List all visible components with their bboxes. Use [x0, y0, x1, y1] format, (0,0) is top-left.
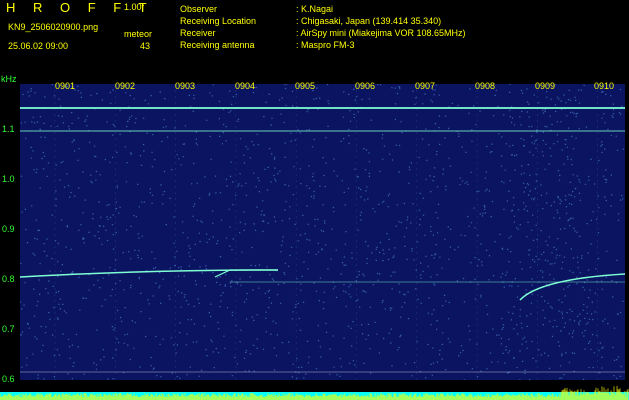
info-value-location: : Chigasaki, Japan (139.414 35.340): [296, 16, 442, 26]
y-tick-1-1: 1.1: [2, 124, 15, 134]
x-tick-0902: 0902: [115, 81, 136, 91]
x-tick-0908: 0908: [475, 81, 496, 91]
info-value-receiver: : AirSpy mini (Miakejima VOR 108.65MHz): [296, 28, 466, 38]
x-tick-0905: 0905: [295, 81, 316, 91]
x-tick-0907: 0907: [415, 81, 436, 91]
spectrogram-panel: [20, 84, 625, 380]
y-tick-0-9: 0.9: [2, 224, 15, 234]
info-key-observer: Observer: [180, 4, 218, 14]
y-tick-0-7: 0.7: [2, 324, 15, 334]
y-axis-unit: kHz: [1, 74, 17, 84]
meteor-count: 43: [140, 41, 151, 51]
meteor-echo: [20, 269, 279, 278]
x-tick-0909: 0909: [535, 81, 556, 91]
x-tick-0904: 0904: [235, 81, 256, 91]
info-key-receiver: Receiver: [180, 28, 216, 38]
x-tick-0903: 0903: [175, 81, 196, 91]
spectrogram-image: [20, 84, 625, 380]
y-tick-1-0: 1.0: [2, 174, 15, 184]
datetime-label: 25.06.02 09:00: [8, 41, 69, 51]
info-key-location: Receiving Location: [180, 16, 257, 26]
meteor-label: meteor: [124, 29, 153, 39]
y-tick-0-8: 0.8: [2, 274, 15, 284]
x-tick-0901: 0901: [55, 81, 76, 91]
x-tick-0910: 0910: [594, 81, 615, 91]
activity-bars: [0, 385, 629, 400]
filename-label: KN9_2506020900.png: [8, 22, 99, 32]
noise-layer: [20, 84, 625, 380]
meteor-echo: [214, 269, 278, 278]
x-tick-0906: 0906: [355, 81, 376, 91]
info-key-antenna: Receiving antenna: [180, 40, 255, 50]
info-value-antenna: : Maspro FM-3: [296, 40, 355, 50]
version-label: 1.00f: [124, 2, 145, 12]
meteor-echo: [519, 273, 625, 301]
info-value-observer: : K.Nagai: [296, 4, 334, 14]
